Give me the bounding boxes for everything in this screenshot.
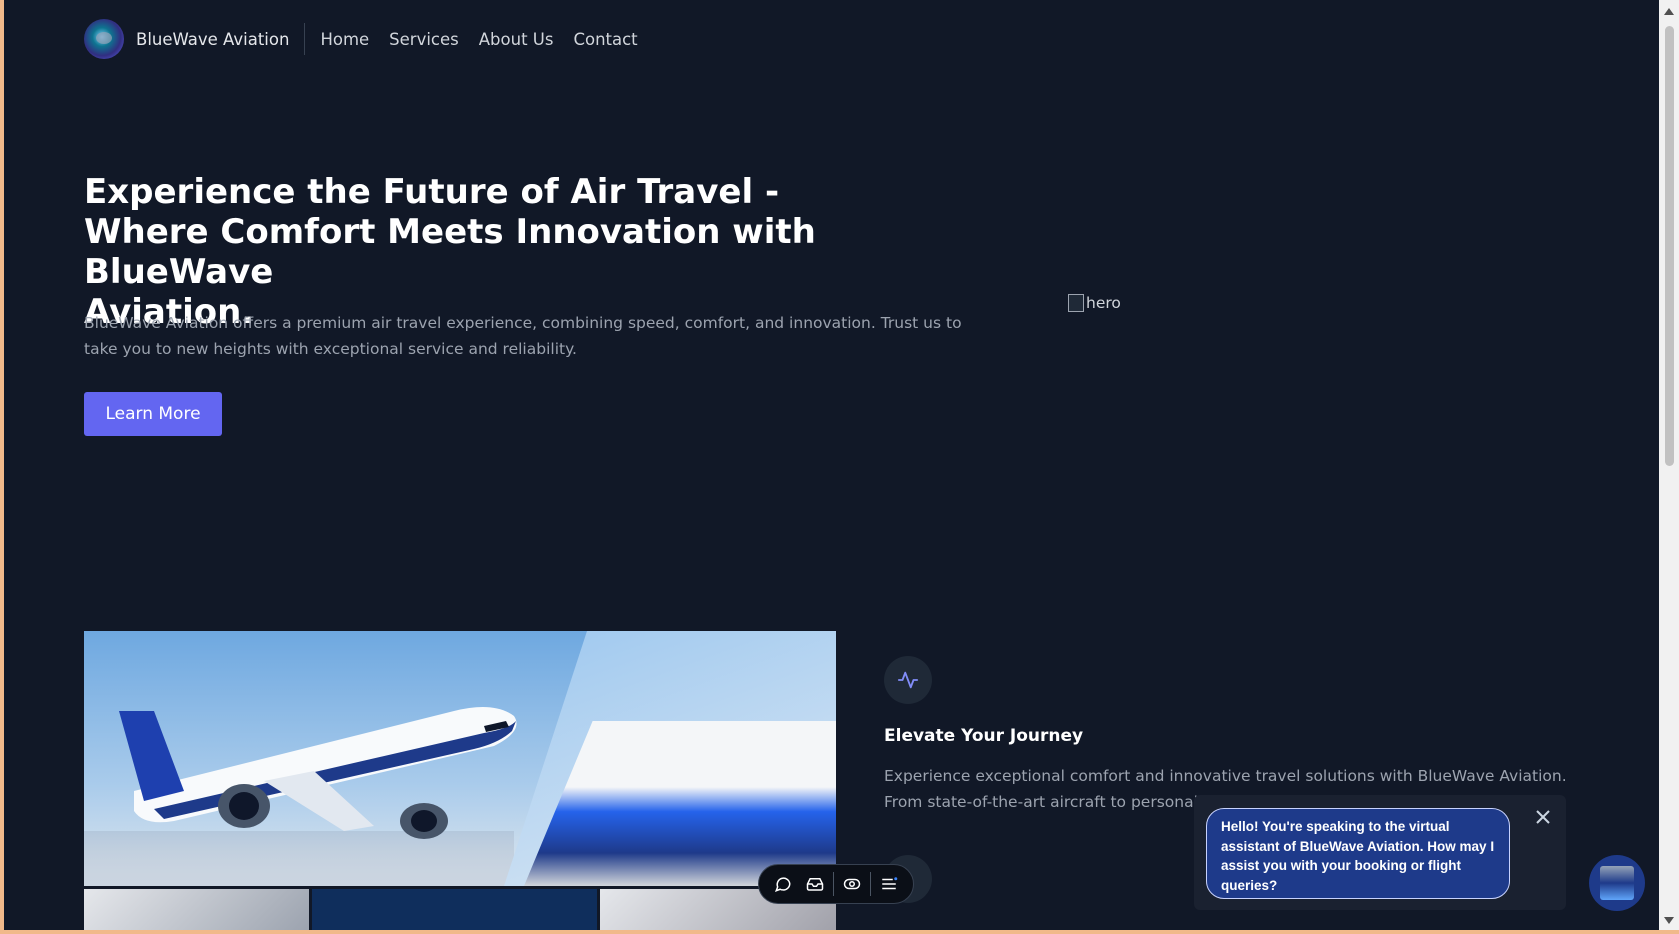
menu-icon[interactable] (873, 868, 905, 900)
airplane-photo (84, 631, 836, 886)
toolbar-separator (870, 872, 871, 896)
comment-icon[interactable] (767, 868, 799, 900)
scroll-up-arrow-icon[interactable] (1664, 8, 1674, 15)
feature-image-collage (84, 631, 836, 930)
feature-title: Elevate Your Journey (884, 726, 1084, 746)
nav-link-home[interactable]: Home (320, 30, 369, 49)
nav-link-contact[interactable]: Contact (573, 30, 637, 49)
inbox-icon[interactable] (799, 868, 831, 900)
hero-image-broken: hero (1068, 294, 1121, 312)
scroll-down-arrow-icon[interactable] (1664, 917, 1674, 924)
nav-divider (304, 23, 306, 55)
airplane-illustration (119, 707, 517, 839)
chat-launcher-avatar[interactable] (1589, 855, 1645, 911)
hero-title-line: Experience the Future of Air Travel - (84, 172, 780, 212)
scrollbar-thumb[interactable] (1665, 26, 1674, 466)
hero-title-line: Where Comfort Meets Innovation with Blue… (84, 212, 816, 292)
hero-title: Experience the Future of Air Travel - Wh… (84, 172, 984, 332)
brand-name[interactable]: BlueWave Aviation (136, 30, 289, 49)
thumbnail-image (312, 889, 597, 930)
thumbnail-image (84, 889, 309, 930)
close-icon[interactable] (1532, 806, 1554, 828)
eye-icon[interactable] (836, 868, 868, 900)
activity-icon (884, 656, 932, 704)
learn-more-button[interactable]: Learn More (84, 392, 222, 436)
broken-image-icon (1068, 294, 1084, 312)
chat-message-bubble[interactable]: Hello! You're speaking to the virtual as… (1206, 808, 1510, 899)
brand-logo[interactable] (84, 19, 124, 59)
nav-link-about-us[interactable]: About Us (479, 30, 554, 49)
hero-image-alt: hero (1086, 294, 1121, 312)
site-header: BlueWave Aviation Home Services About Us… (84, 18, 658, 60)
toolbar-separator (833, 872, 834, 896)
vertical-scrollbar[interactable] (1659, 0, 1679, 930)
nav-link-services[interactable]: Services (389, 30, 459, 49)
hero-description: BlueWave Aviation offers a premium air t… (84, 314, 962, 358)
assistant-avatar-image (1600, 866, 1634, 900)
page-viewport: BlueWave Aviation Home Services About Us… (4, 0, 1663, 930)
floating-toolbar (758, 864, 914, 904)
